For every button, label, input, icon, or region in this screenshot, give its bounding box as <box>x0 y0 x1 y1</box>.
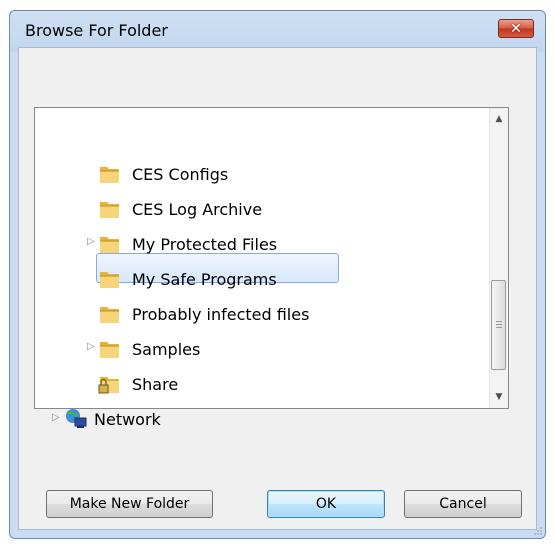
folder-icon <box>98 338 122 360</box>
tree-item-label: CES Log Archive <box>132 199 263 219</box>
folder-icon <box>98 303 122 325</box>
tree-item-label: Probably infected files <box>132 304 310 324</box>
tree-item-label: Network <box>94 409 161 429</box>
shared-folder-icon <box>98 373 122 395</box>
tree-item-my-protected-files[interactable]: My Protected Files <box>98 230 277 258</box>
tree-item-my-safe-programs[interactable]: My Safe Programs <box>98 265 277 293</box>
tree-item-network[interactable]: Network <box>64 405 161 433</box>
make-new-folder-button[interactable]: Make New Folder <box>46 490 213 518</box>
size-grip-icon[interactable] <box>533 526 543 536</box>
close-button[interactable]: ✕ <box>498 19 534 38</box>
folder-tree-body: CES Configs CES Log Archive ▷ My Protect… <box>35 108 490 429</box>
folder-icon <box>98 268 122 290</box>
folder-tree[interactable]: CES Configs CES Log Archive ▷ My Protect… <box>34 107 509 429</box>
tree-item-label: CES Configs <box>132 164 229 184</box>
grip-icon <box>496 321 502 328</box>
expand-arrow-icon[interactable]: ▷ <box>87 341 97 353</box>
tree-item-share[interactable]: Share <box>98 370 178 398</box>
folder-icon <box>98 233 122 255</box>
folder-icon <box>98 163 122 185</box>
ok-button[interactable]: OK <box>267 490 385 518</box>
tree-item-probably-infected-files[interactable]: Probably infected files <box>98 300 309 328</box>
tree-item-label: My Safe Programs <box>132 269 277 289</box>
dialog-title: Browse For Folder <box>25 21 168 40</box>
close-icon: ✕ <box>510 20 522 37</box>
scroll-thumb[interactable] <box>491 280 506 370</box>
scroll-up-arrow-icon[interactable]: ▲ <box>490 110 508 128</box>
title-bar[interactable]: Browse For Folder ✕ <box>10 11 545 47</box>
expand-arrow-icon[interactable]: ▷ <box>52 412 62 424</box>
tree-item-label: Samples <box>132 339 201 359</box>
tree-item-ces-configs[interactable]: CES Configs <box>98 160 228 188</box>
tree-item-label: My Protected Files <box>132 234 278 254</box>
tree-item-label: Share <box>132 374 179 394</box>
cancel-button[interactable]: Cancel <box>404 490 522 518</box>
network-icon <box>64 408 88 430</box>
vertical-scrollbar[interactable]: ▲ ▼ <box>489 108 508 408</box>
tree-item-ces-log-archive[interactable]: CES Log Archive <box>98 195 262 223</box>
tree-item-samples[interactable]: Samples <box>98 335 200 363</box>
expand-arrow-icon[interactable]: ▷ <box>87 236 97 248</box>
scroll-down-arrow-icon[interactable]: ▼ <box>490 388 508 406</box>
folder-icon <box>98 198 122 220</box>
